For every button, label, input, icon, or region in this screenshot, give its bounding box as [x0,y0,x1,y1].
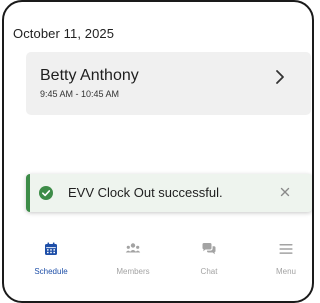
appointment-time: 9:45 AM - 10:45 AM [40,89,120,99]
date-header: October 11, 2025 [13,26,115,41]
chat-icon [202,243,216,255]
appointment-client-name: Betty Anthony [40,67,139,84]
tab-members-label: Members [116,267,150,276]
tab-members[interactable]: Members [103,234,163,282]
tab-chat[interactable]: Chat [179,234,239,282]
members-icon [125,243,141,253]
success-toast: EVV Clock Out successful. [26,174,312,212]
close-icon[interactable] [278,185,292,199]
tab-chat-label: Chat [200,267,218,276]
bottom-tab-bar: Schedule Members Chat Menu [4,234,312,284]
calendar-icon [45,242,57,255]
menu-icon [279,244,293,254]
chevron-right-icon [276,70,284,84]
check-circle-icon [39,186,53,200]
appointment-card[interactable]: Betty Anthony 9:45 AM - 10:45 AM [26,52,311,115]
tab-schedule-label: Schedule [34,267,68,276]
tab-menu-label: Menu [275,267,296,276]
toast-message: EVV Clock Out successful. [68,185,223,200]
tab-menu[interactable]: Menu [256,234,312,282]
tab-schedule[interactable]: Schedule [21,234,81,282]
app-screen: October 11, 2025 Betty Anthony 9:45 AM -… [2,0,314,303]
